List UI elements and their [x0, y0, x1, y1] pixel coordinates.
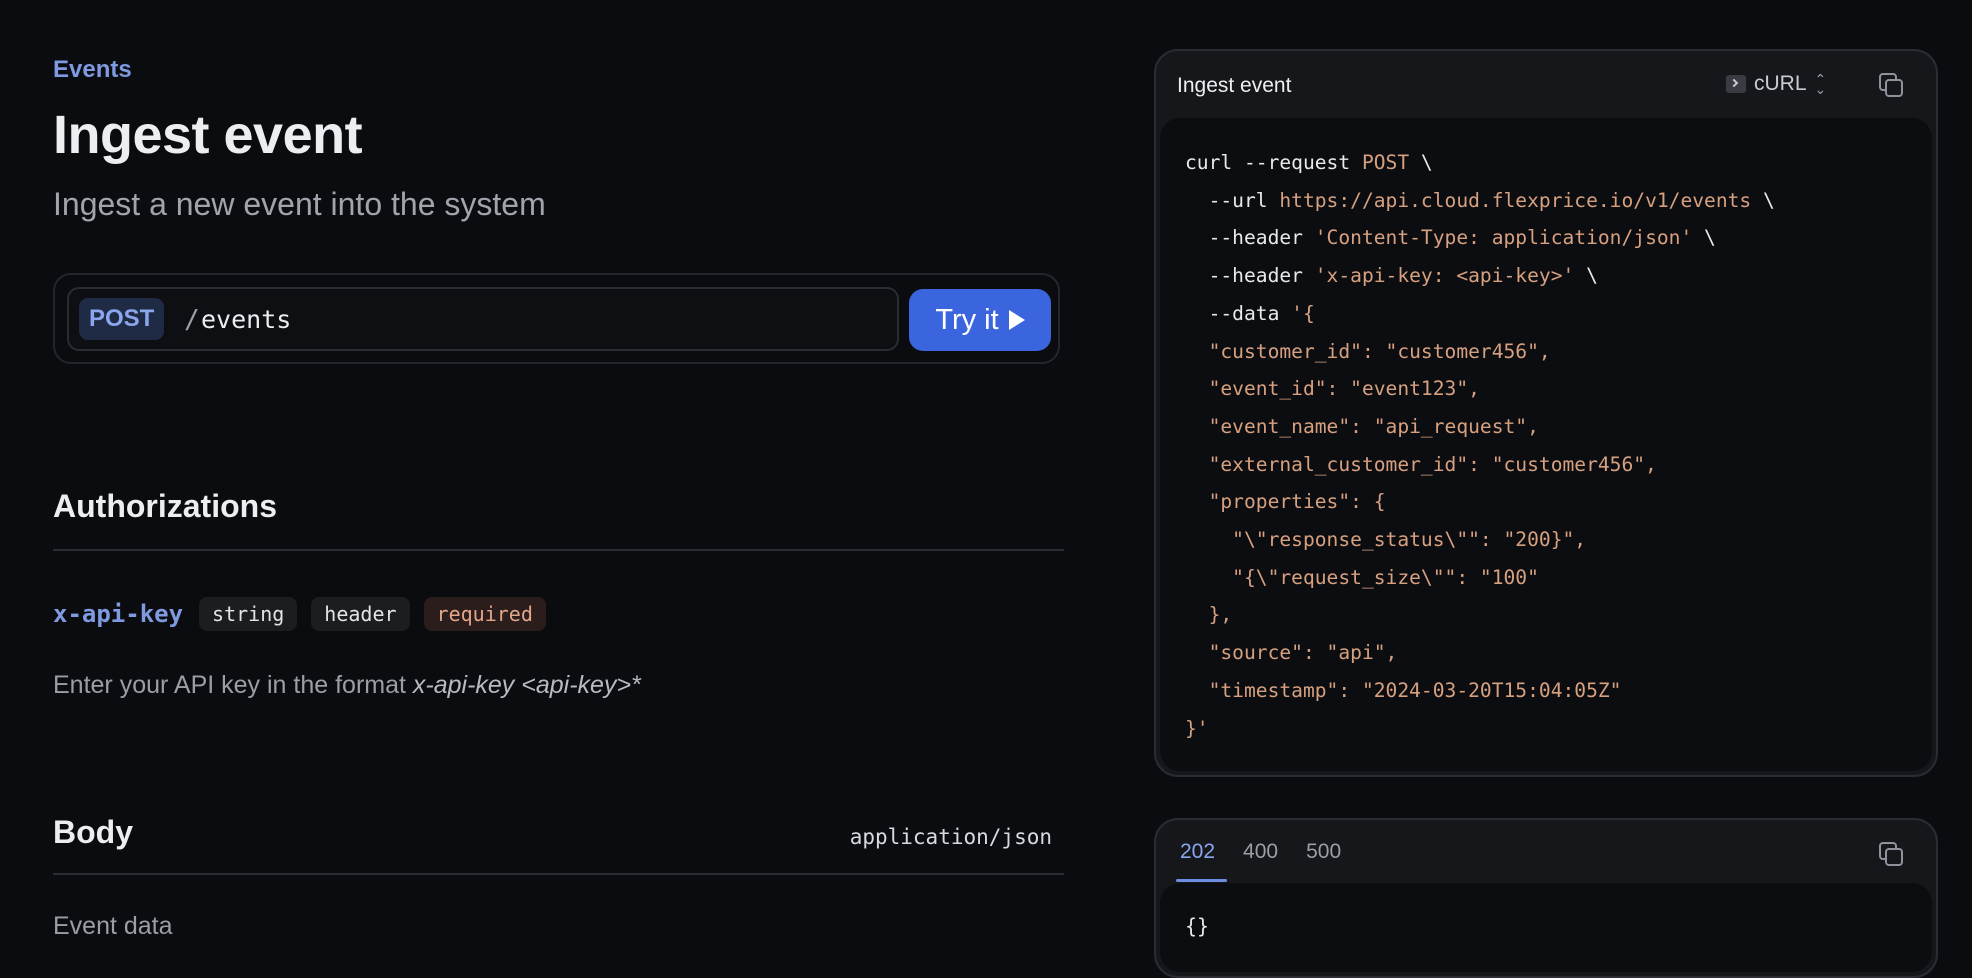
endpoint-url-box[interactable]: POST / events	[67, 287, 899, 351]
param-description: Enter your API key in the format x-api-k…	[53, 671, 641, 699]
tab-500[interactable]: 500	[1306, 840, 1341, 864]
endpoint-bar: POST / events Try it	[53, 273, 1060, 364]
request-code: curl --request POST \ --url https://api.…	[1185, 144, 1775, 747]
code-line: }'	[1185, 716, 1209, 740]
location-chip: header	[311, 597, 410, 631]
code-line: },	[1185, 603, 1233, 627]
breadcrumb[interactable]: Events	[53, 56, 132, 84]
code-line: "timestamp": "2024-03-20T15:04:05Z"	[1185, 678, 1622, 702]
body-heading: Body	[53, 814, 133, 850]
code-line: "event_name": "api_request",	[1185, 414, 1539, 438]
param-name: x-api-key	[53, 600, 184, 628]
page-title: Ingest event	[53, 105, 363, 165]
response-example-panel: 202 400 500 {}	[1154, 818, 1938, 978]
code-line: "{\"request_size\"": "100"	[1185, 565, 1539, 589]
copy-icon[interactable]	[1879, 73, 1903, 97]
try-it-button[interactable]: Try it	[909, 289, 1051, 351]
code-line: "\"response_status\"": "200}",	[1185, 528, 1587, 552]
code-line: "external_customer_id": "customer456",	[1185, 452, 1657, 476]
response-code-block	[1160, 883, 1932, 972]
terminal-icon	[1726, 75, 1746, 93]
required-chip: required	[423, 597, 546, 631]
divider	[53, 549, 1064, 551]
authorizations-heading: Authorizations	[53, 488, 277, 524]
try-it-label: Try it	[935, 303, 999, 336]
type-chip: string	[199, 597, 298, 631]
page-subtitle: Ingest a new event into the system	[53, 186, 546, 222]
code-line: curl --request POST \	[1185, 151, 1433, 174]
param-row: x-api-key string header required	[53, 597, 546, 631]
response-code: {}	[1185, 914, 1210, 938]
play-icon	[1008, 310, 1025, 330]
language-selector[interactable]: cURL ⌃ ⌄	[1726, 72, 1826, 96]
response-tabs: 202 400 500	[1175, 840, 1341, 882]
code-line: "source": "api",	[1185, 641, 1398, 665]
code-line: "customer_id": "customer456",	[1185, 339, 1551, 363]
code-line: "properties": {	[1185, 490, 1386, 514]
chevron-up-down-icon: ⌃ ⌄	[1814, 71, 1827, 97]
endpoint-path: events	[201, 305, 292, 334]
tab-400[interactable]: 400	[1243, 840, 1278, 864]
code-line: "event_id": "event123",	[1185, 377, 1480, 401]
code-line: --header 'x-api-key: <api-key>' \	[1185, 264, 1598, 288]
body-description: Event data	[53, 912, 173, 940]
language-label: cURL	[1754, 72, 1807, 95]
request-panel-title: Ingest event	[1177, 74, 1292, 97]
code-line: --url https://api.cloud.flexprice.io/v1/…	[1185, 188, 1775, 212]
method-badge: POST	[79, 298, 165, 340]
tab-202[interactable]: 202	[1175, 840, 1228, 882]
content-type-label[interactable]: application/json	[850, 825, 1052, 849]
copy-icon[interactable]	[1879, 842, 1903, 866]
divider	[53, 873, 1064, 875]
request-example-panel: Ingest event cURL ⌃ ⌄ curl --request POST…	[1154, 49, 1938, 777]
code-line: --header 'Content-Type: application/json…	[1185, 226, 1716, 250]
path-slash: /	[184, 305, 200, 335]
code-block: curl --request POST \ --url https://api.…	[1160, 118, 1932, 771]
code-line: --data '{	[1185, 301, 1315, 325]
